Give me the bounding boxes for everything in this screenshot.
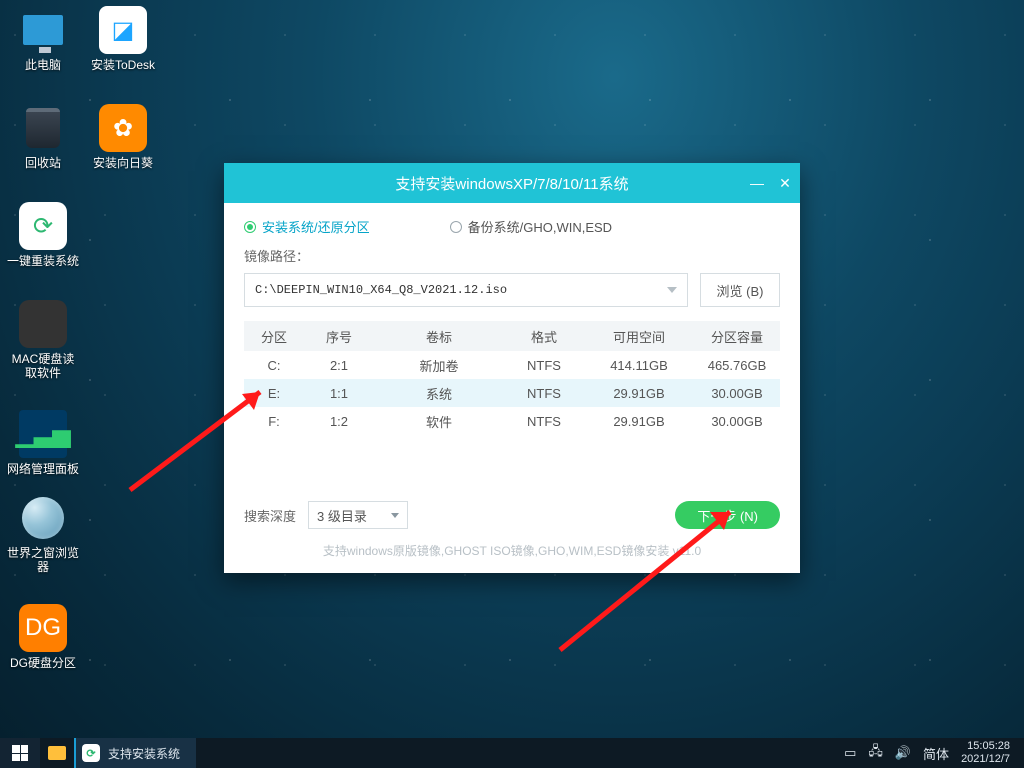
windows-logo-icon <box>12 745 28 761</box>
table-row[interactable]: C:2:1新加卷NTFS414.11GB465.76GB <box>244 351 780 379</box>
mode-install-radio[interactable]: 安装系统/还原分区 <box>244 217 370 236</box>
network-tray-icon[interactable]: 🖧 <box>868 742 883 764</box>
volume-tray-icon[interactable]: 🔊 <box>895 745 911 761</box>
col-partition: 分区 <box>244 321 304 351</box>
desktop-icon-label: 回收站 <box>6 156 80 170</box>
desktop-icon-recycle-bin[interactable]: 回收站 <box>6 104 80 170</box>
network-icon: ▁▃▅ <box>19 410 67 458</box>
partition-table: 分区 序号 卷标 格式 可用空间 分区容量 C:2:1新加卷NTFS414.11… <box>244 321 780 435</box>
window-titlebar[interactable]: 支持安装windowsXP/7/8/10/11系统 — ✕ <box>224 163 800 203</box>
desktop-icon-label: 网络管理面板 <box>6 462 80 476</box>
radio-dot-icon <box>450 221 462 233</box>
desktop-icon-reinstall[interactable]: ⟳ 一键重装系统 <box>6 202 80 268</box>
table-row[interactable]: E:1:1系统NTFS29.91GB30.00GB <box>244 379 780 407</box>
folder-icon <box>48 746 66 760</box>
image-path-input[interactable] <box>255 283 667 297</box>
desktop-icon-label: 安装向日葵 <box>86 156 160 170</box>
chevron-down-icon <box>667 287 677 293</box>
radio-dot-icon <box>244 221 256 233</box>
desktop-icon-mac-disk[interactable]: MAC硬盘读取软件 <box>6 300 80 380</box>
close-button[interactable]: ✕ <box>776 174 794 192</box>
chevron-down-icon <box>391 513 399 518</box>
table-row[interactable]: F:1:2软件NTFS29.91GB30.00GB <box>244 407 780 435</box>
sunflower-icon: ✿ <box>99 104 147 152</box>
desktop-icon-world-browser[interactable]: 世界之窗浏览器 <box>6 494 80 574</box>
taskbar-clock[interactable]: 15:05:28 2021/12/7 <box>961 740 1014 766</box>
reinstall-icon: ⟳ <box>82 744 100 762</box>
action-center-icon[interactable]: ▭ <box>844 745 856 761</box>
desktop-icon-todesk[interactable]: ◪ 安装ToDesk <box>86 6 160 72</box>
dg-icon: DG <box>19 604 67 652</box>
minimize-button[interactable]: — <box>748 174 766 192</box>
desktop-icon-label: 安装ToDesk <box>86 58 160 72</box>
pc-icon <box>19 6 67 54</box>
desktop-icon-label: MAC硬盘读取软件 <box>6 352 80 380</box>
mode-backup-label: 备份系统/GHO,WIN,ESD <box>468 217 612 236</box>
recycle-bin-icon <box>19 104 67 152</box>
desktop-icon-label: DG硬盘分区 <box>6 656 80 670</box>
desktop-icon-sunflower[interactable]: ✿ 安装向日葵 <box>86 104 160 170</box>
todesk-icon: ◪ <box>99 6 147 54</box>
image-path-dropdown[interactable] <box>244 273 688 307</box>
file-explorer-button[interactable] <box>40 738 74 768</box>
desktop-icon-dg-partition[interactable]: DG DG硬盘分区 <box>6 604 80 670</box>
desktop-icon-label: 一键重装系统 <box>6 254 80 268</box>
taskbar-app-installer[interactable]: ⟳ 支持安装系统 <box>74 738 196 768</box>
apple-icon <box>19 300 67 348</box>
window-title: 支持安装windowsXP/7/8/10/11系统 <box>395 173 628 194</box>
footer-note: 支持windows原版镜像,GHOST ISO镜像,GHO,WIM,ESD镜像安… <box>224 542 800 559</box>
browser-icon <box>19 494 67 542</box>
desktop-icon-label: 世界之窗浏览器 <box>6 546 80 574</box>
col-free: 可用空间 <box>584 321 694 351</box>
clock-time: 15:05:28 <box>961 740 1010 753</box>
depth-select[interactable]: 3 级目录 <box>308 501 408 529</box>
image-path-label: 镜像路径： <box>244 246 780 265</box>
taskbar: ⟳ 支持安装系统 ▭ 🖧 🔊 简体 15:05:28 2021/12/7 <box>0 738 1024 768</box>
col-label: 卷标 <box>374 321 504 351</box>
installer-window: 支持安装windowsXP/7/8/10/11系统 — ✕ 安装系统/还原分区 … <box>224 163 800 573</box>
mode-install-label: 安装系统/还原分区 <box>262 217 370 236</box>
col-fs: 格式 <box>504 321 584 351</box>
desktop-icon-this-pc[interactable]: 此电脑 <box>6 6 80 72</box>
depth-value: 3 级目录 <box>317 506 367 525</box>
window-body: 安装系统/还原分区 备份系统/GHO,WIN,ESD 镜像路径： 浏览 (B) … <box>224 203 800 445</box>
col-capacity: 分区容量 <box>694 321 780 351</box>
browse-button[interactable]: 浏览 (B) <box>700 273 780 307</box>
desktop-icon-network-panel[interactable]: ▁▃▅ 网络管理面板 <box>6 410 80 476</box>
depth-label: 搜索深度 <box>244 506 296 525</box>
next-button[interactable]: 下一步 (N) <box>675 501 780 529</box>
desktop-icon-label: 此电脑 <box>6 58 80 72</box>
taskbar-app-label: 支持安装系统 <box>108 745 180 762</box>
ime-indicator[interactable]: 简体 <box>923 744 949 763</box>
col-index: 序号 <box>304 321 374 351</box>
clock-date: 2021/12/7 <box>961 753 1010 766</box>
system-tray: ▭ 🖧 🔊 简体 15:05:28 2021/12/7 <box>844 738 1024 768</box>
reinstall-icon: ⟳ <box>19 202 67 250</box>
mode-backup-radio[interactable]: 备份系统/GHO,WIN,ESD <box>450 217 612 236</box>
start-button[interactable] <box>0 738 40 768</box>
